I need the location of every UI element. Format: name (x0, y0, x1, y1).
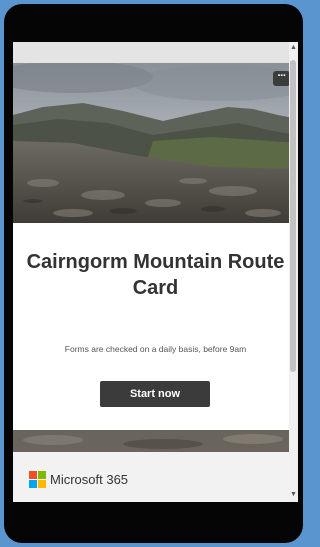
form-screen: ··· Cairngorm Mountain Route Card Forms … (13, 42, 298, 502)
form-title: Cairngorm Mountain Route Card (26, 251, 285, 299)
hero-image: ··· (13, 63, 298, 223)
phone-frame: ··· Cairngorm Mountain Route Card Forms … (4, 4, 303, 543)
microsoft-logo-icon (29, 471, 46, 488)
footer: Microsoft 365 (13, 452, 298, 502)
form-card: Cairngorm Mountain Route Card Forms are … (13, 223, 298, 430)
background-strip (13, 430, 298, 452)
scrollbar-thumb[interactable] (290, 60, 296, 372)
more-options-icon[interactable]: ··· (273, 71, 290, 86)
top-strip (13, 42, 298, 63)
start-now-button[interactable]: Start now (100, 381, 210, 407)
scroll-down-arrow-icon[interactable]: ▼ (290, 491, 297, 499)
scrollbar[interactable]: ▲ ▼ (289, 42, 298, 502)
brand-label: Microsoft 365 (50, 472, 129, 487)
scroll-up-arrow-icon[interactable]: ▲ (290, 44, 297, 52)
mountain-landscape (13, 63, 298, 223)
form-subtitle: Forms are checked on a daily basis, befo… (64, 344, 247, 354)
